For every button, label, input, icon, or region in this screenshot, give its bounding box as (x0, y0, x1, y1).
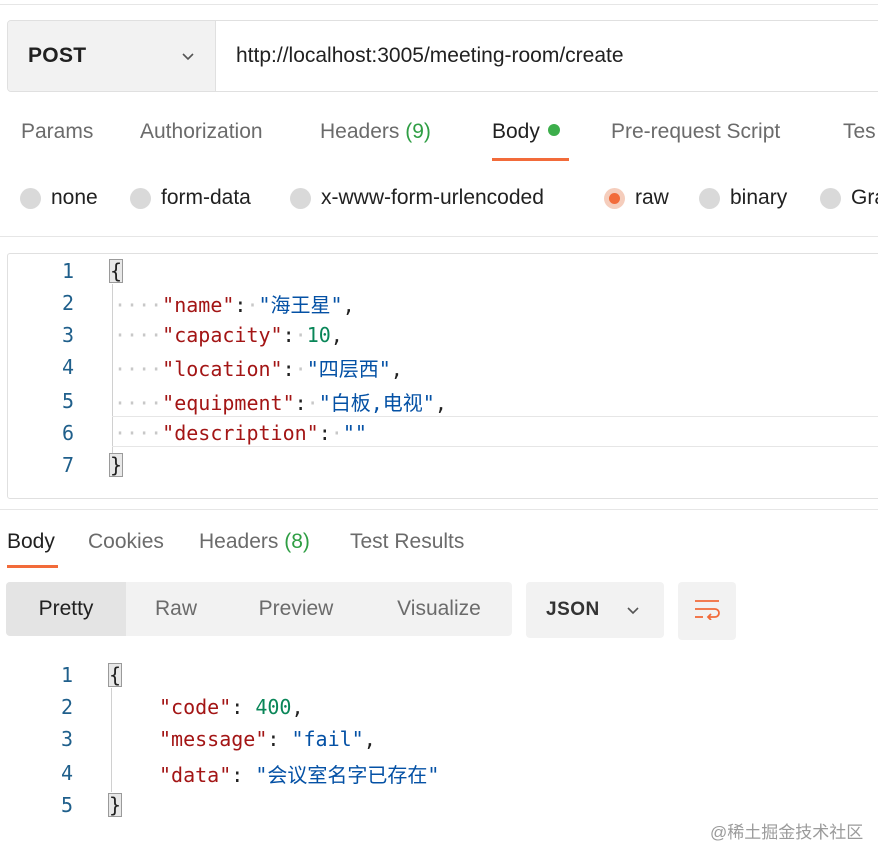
json-value: "白板,电视" (318, 390, 435, 415)
radio-binary[interactable]: binary (699, 186, 787, 210)
wrap-lines-button[interactable] (678, 582, 736, 640)
line-number: 5 (60, 793, 73, 817)
view-pretty-button[interactable]: Pretty (6, 582, 126, 636)
json-key: "name" (162, 292, 235, 317)
top-divider (0, 4, 878, 5)
body-modified-dot (547, 124, 560, 137)
tab-authorization[interactable]: Authorization (140, 120, 263, 144)
indent-guide (111, 688, 112, 792)
request-url-bar: POST http://localhost:3005/meeting-room/… (7, 20, 878, 92)
json-key: "location" (162, 356, 283, 381)
radio-circle-selected (604, 187, 625, 209)
json-value: "" (342, 421, 367, 445)
line-number: 5 (61, 389, 74, 413)
json-key: "code" (159, 695, 232, 719)
line-number: 1 (60, 663, 73, 687)
view-visualize-button[interactable]: Visualize (366, 582, 512, 636)
tab-headers[interactable]: Headers (9) (320, 120, 431, 144)
method-select[interactable]: POST (8, 21, 216, 91)
method-label: POST (28, 44, 87, 67)
response-tabs: Body Cookies Headers (8) Test Results (0, 520, 878, 570)
view-preview-button[interactable]: Preview (226, 582, 366, 636)
url-input[interactable]: http://localhost:3005/meeting-room/creat… (216, 21, 878, 91)
watermark: @稀土掘金技术社区 (710, 823, 864, 842)
chevron-down-icon (181, 49, 195, 63)
radio-circle (820, 187, 841, 209)
response-body-viewer[interactable]: 1 { 2 "code": 400, 3 "message": "fail", … (7, 658, 877, 822)
line-highlight-top (112, 416, 878, 417)
line-number: 4 (60, 761, 73, 785)
radio-graphql[interactable]: Gra (820, 186, 878, 210)
line-number: 4 (61, 355, 74, 379)
open-brace: { (107, 663, 123, 687)
close-brace: } (107, 793, 123, 817)
line-number: 2 (61, 291, 74, 315)
divider (0, 509, 878, 510)
json-value: "海王星" (258, 292, 343, 317)
request-body-editor[interactable]: 1 { 2 ····"name":·"海王星", 3 ····"capacity… (7, 253, 878, 499)
radio-form-data[interactable]: form-data (130, 186, 251, 210)
response-headers-count: (8) (284, 530, 310, 553)
body-type-radios: none form-data x-www-form-urlencoded raw… (0, 178, 878, 220)
open-brace: { (108, 259, 124, 283)
wrap-lines-icon (693, 598, 721, 625)
line-number: 6 (61, 421, 74, 445)
json-key: "message" (159, 727, 268, 751)
radio-circle (699, 187, 720, 209)
line-number: 7 (61, 453, 74, 477)
json-value: "四层西" (306, 356, 391, 381)
active-tab-underline (7, 565, 58, 568)
json-value: 400 (255, 695, 292, 719)
headers-count: (9) (405, 120, 431, 143)
tab-params[interactable]: Params (21, 120, 93, 144)
indent-guide (112, 284, 113, 462)
tab-tests[interactable]: Tes (843, 120, 876, 144)
active-tab-underline (492, 158, 569, 161)
radio-circle (290, 187, 311, 209)
json-value: 10 (306, 323, 331, 347)
json-value: "会议室名字已存在" (255, 762, 440, 787)
line-number: 2 (60, 695, 73, 719)
json-key: "capacity" (162, 323, 283, 347)
json-value: "fail" (291, 727, 364, 751)
json-key: "equipment" (162, 390, 295, 415)
tab-pre-request-script[interactable]: Pre-request Script (611, 120, 780, 144)
request-tabs: Params Authorization Headers (9) Body Pr… (0, 110, 878, 164)
divider (0, 236, 878, 237)
radio-circle (130, 187, 151, 209)
radio-x-www-form-urlencoded[interactable]: x-www-form-urlencoded (290, 186, 544, 210)
response-tab-cookies[interactable]: Cookies (88, 530, 164, 554)
format-select[interactable]: JSON (526, 582, 664, 638)
chevron-down-icon (626, 603, 640, 617)
response-tab-test-results[interactable]: Test Results (350, 530, 464, 554)
line-number: 3 (60, 727, 73, 751)
view-mode-segmented-control: Pretty Raw Preview Visualize (6, 582, 512, 636)
response-tab-body[interactable]: Body (7, 530, 55, 554)
line-number: 1 (61, 259, 74, 283)
json-key: "description" (162, 421, 319, 445)
tab-body[interactable]: Body (492, 120, 560, 144)
radio-none[interactable]: none (20, 186, 98, 210)
radio-raw[interactable]: raw (604, 186, 669, 210)
line-highlight-bottom (112, 446, 878, 447)
response-tab-headers[interactable]: Headers (8) (199, 530, 310, 554)
format-select-label: JSON (546, 599, 600, 620)
radio-circle (20, 187, 41, 209)
close-brace: } (108, 453, 124, 477)
json-key: "data" (159, 762, 232, 787)
view-raw-button[interactable]: Raw (126, 582, 226, 636)
line-number: 3 (61, 323, 74, 347)
